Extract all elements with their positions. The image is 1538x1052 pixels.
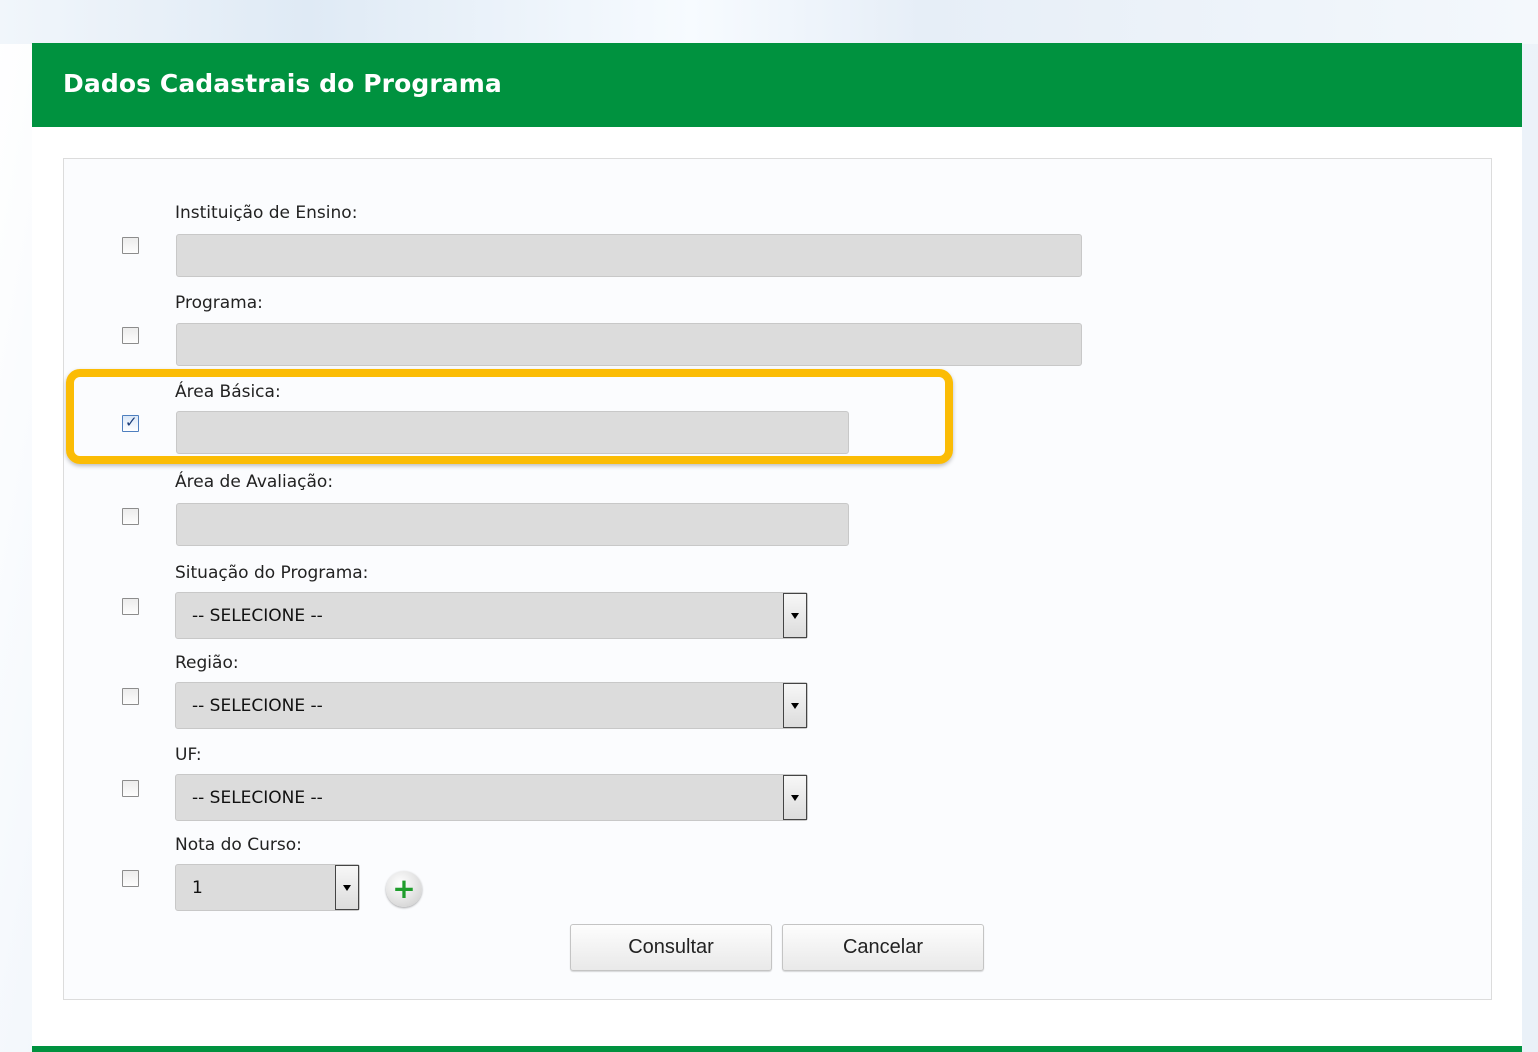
field-label: Região: [175,653,239,673]
area-avaliacao-input[interactable] [176,503,849,546]
field-checkbox-area-basica[interactable]: ✓ [122,413,139,432]
field-checkbox-nota[interactable] [122,870,139,887]
field-label: Instituição de Ensino: [175,203,358,223]
chevron-down-icon[interactable] [335,865,359,910]
field-label: Área de Avaliação: [175,472,334,492]
select-value: 1 [192,878,203,898]
select-value: -- SELECIONE -- [192,606,323,626]
checkmark-icon: ✓ [125,413,138,431]
field-label: Nota do Curso: [175,835,302,855]
select-value: -- SELECIONE -- [192,788,323,808]
add-nota-button[interactable]: + [386,871,422,907]
field-checkbox-situacao[interactable] [122,598,139,615]
field-label: Situação do Programa: [175,563,369,583]
field-checkbox-programa[interactable] [122,327,139,344]
instituicao-input[interactable] [176,234,1082,277]
field-checkbox-uf[interactable] [122,780,139,797]
field-label: Programa: [175,293,263,313]
regiao-select[interactable]: -- SELECIONE -- [175,682,808,729]
form-panel: Dados Cadastrais do Programa Instituição… [32,43,1522,1052]
consultar-button[interactable]: Consultar [570,924,772,971]
nota-select[interactable]: 1 [175,864,360,911]
chevron-down-icon[interactable] [783,683,807,728]
search-form: Instituição de Ensino: Programa: Área Bá… [63,158,1492,1000]
field-checkbox-regiao[interactable] [122,688,139,705]
programa-input[interactable] [176,323,1082,366]
cancelar-button[interactable]: Cancelar [782,924,984,971]
select-value: -- SELECIONE -- [192,696,323,716]
area-basica-input[interactable] [176,411,849,454]
field-label: Área Básica: [175,382,281,402]
field-label: UF: [175,745,202,765]
panel-header: Dados Cadastrais do Programa [32,43,1522,127]
panel-footer-bar [32,1046,1522,1052]
chevron-down-icon[interactable] [783,593,807,638]
situacao-select[interactable]: -- SELECIONE -- [175,592,808,639]
field-checkbox-area-avaliacao[interactable] [122,508,139,525]
add-icon: + [392,872,416,905]
field-checkbox-instituicao[interactable] [122,237,139,254]
panel-title: Dados Cadastrais do Programa [63,69,502,98]
chevron-down-icon[interactable] [783,775,807,820]
uf-select[interactable]: -- SELECIONE -- [175,774,808,821]
